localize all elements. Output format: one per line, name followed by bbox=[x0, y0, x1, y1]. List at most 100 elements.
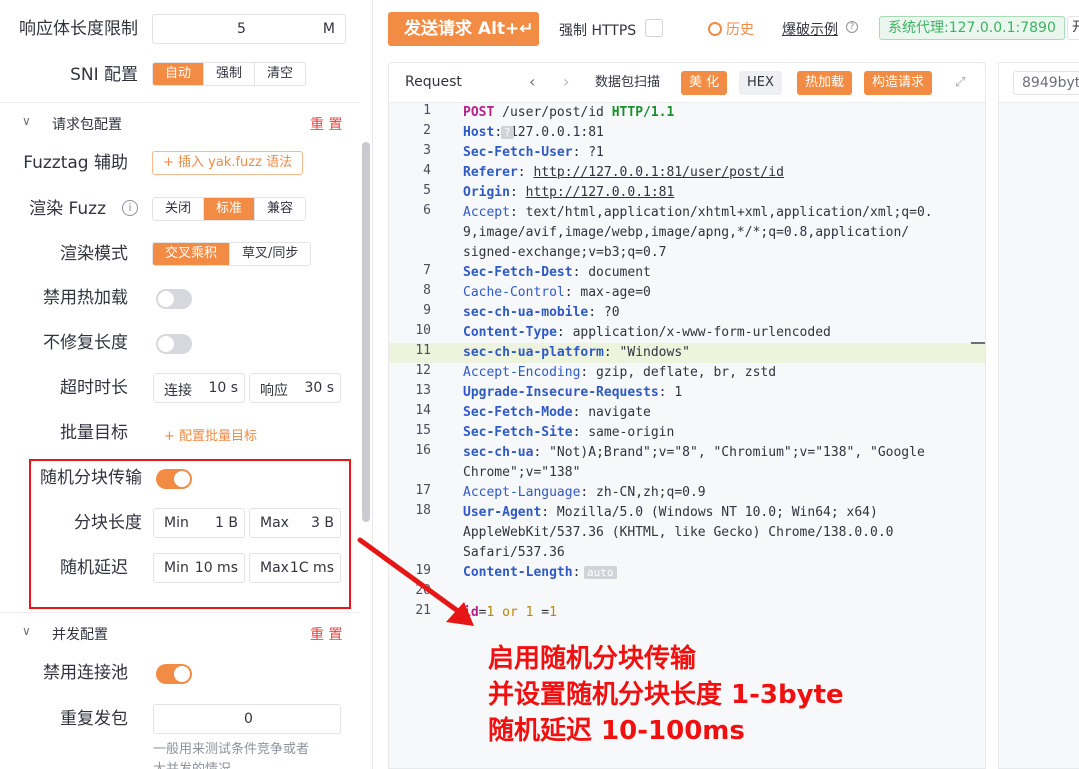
line-number: 7 bbox=[423, 263, 431, 278]
history-label: 历史 bbox=[726, 22, 754, 38]
hex-button[interactable]: HEX bbox=[739, 71, 782, 95]
packet-config-section[interactable]: ∨ 请求包配置 重 置 bbox=[0, 108, 360, 138]
render-fuzz-option-standard[interactable]: 标准 bbox=[204, 198, 256, 220]
annotation-line-1: 启用随机分块传输 bbox=[488, 644, 697, 674]
response-size-tag: 8949byt bbox=[1013, 71, 1079, 95]
chevron-right-icon[interactable]: › bbox=[563, 72, 569, 91]
host-pill: ? bbox=[501, 126, 514, 139]
line-number: 5 bbox=[423, 183, 431, 198]
line-number: 12 bbox=[415, 363, 431, 378]
render-fuzz-option-compat[interactable]: 兼容 bbox=[255, 198, 305, 220]
burst-example-link[interactable]: 爆破示例 bbox=[782, 19, 838, 39]
repeat-label: 重复发包 bbox=[60, 709, 128, 729]
history-button[interactable]: 历史 bbox=[708, 19, 754, 39]
response-timeout-input[interactable]: 响应 30 s bbox=[249, 373, 341, 403]
expand-icon[interactable]: ⤢ bbox=[955, 75, 969, 90]
resp-limit-input[interactable]: 5 M bbox=[152, 14, 346, 44]
code-line: POST /user/post/id HTTP/1.1 bbox=[463, 105, 675, 120]
arrow-shaft bbox=[357, 537, 465, 617]
sni-label: SNI 配置 bbox=[70, 65, 138, 85]
line-number: 10 bbox=[415, 323, 431, 338]
disable-pool-toggle[interactable] bbox=[156, 664, 192, 684]
annotation-text: 启用随机分块传输 并设置随机分块长度 1-3byte 随机延迟 10-100ms bbox=[488, 641, 844, 749]
code-line: 9,image/avif,image/webp,image/apng,*/*;q… bbox=[463, 225, 910, 240]
content-length-auto-pill: auto bbox=[584, 566, 617, 579]
line-number: 18 bbox=[415, 503, 431, 518]
force-https-checkbox[interactable] bbox=[645, 19, 663, 37]
repeat-row: 重复发包 0 bbox=[0, 702, 360, 736]
code-line: sec-ch-ua-mobile: ?0 bbox=[463, 305, 620, 320]
packet-config-reset-button[interactable]: 重 置 bbox=[310, 114, 342, 134]
line-number: 6 bbox=[423, 203, 431, 218]
scroll-marker bbox=[971, 342, 985, 344]
help-icon[interactable]: ? bbox=[846, 21, 858, 33]
disable-hotload-row: 禁用热加载 bbox=[0, 281, 360, 315]
line-number: 8 bbox=[423, 283, 431, 298]
disable-hotload-label: 禁用热加载 bbox=[43, 288, 128, 308]
request-editor-header: Request ‹ › 数据包扫描 美 化 HEX 热加载 构造请求 ⤢ bbox=[389, 63, 985, 103]
line-number: 9 bbox=[423, 303, 431, 318]
response-timeout-key: 响应 bbox=[260, 383, 288, 399]
render-mode-label: 渲染模式 bbox=[60, 244, 128, 264]
config-batch-target-link[interactable]: + 配置批量目标 bbox=[164, 425, 257, 444]
sni-option-auto[interactable]: 自动 bbox=[153, 63, 205, 85]
system-proxy-badge[interactable]: 系统代理:127.0.0.1:7890 bbox=[879, 16, 1065, 40]
code-line: sec-ch-ua: "Not)A;Brand";v="8", "Chromiu… bbox=[463, 445, 925, 460]
line-number: 1 bbox=[423, 103, 431, 118]
highlight-box bbox=[29, 459, 351, 609]
code-line: User-Agent: Mozilla/5.0 (Windows NT 10.0… bbox=[463, 505, 878, 520]
packet-config-title: 请求包配置 bbox=[52, 117, 122, 133]
code-line: Accept: text/html,application/xhtml+xml,… bbox=[463, 205, 933, 220]
no-fix-length-row: 不修复长度 bbox=[0, 326, 360, 360]
render-fuzz-row: 渲染 Fuzz i 关闭 标准 兼容 bbox=[0, 192, 360, 226]
line-number: 11 bbox=[415, 343, 431, 358]
render-mode-option-sync[interactable]: 草叉/同步 bbox=[230, 243, 310, 265]
line-number: 14 bbox=[415, 403, 431, 418]
resp-limit-row: 响应体长度限制 5 M bbox=[0, 12, 360, 46]
sni-option-clear[interactable]: 清空 bbox=[255, 63, 305, 85]
disable-hotload-toggle[interactable] bbox=[156, 289, 192, 309]
render-mode-option-cross[interactable]: 交叉乘积 bbox=[153, 243, 231, 265]
beautify-button[interactable]: 美 化 bbox=[681, 71, 728, 95]
extra-button[interactable]: 开 bbox=[1067, 16, 1079, 40]
chevron-left-icon[interactable]: ‹ bbox=[529, 72, 535, 91]
code-line: Accept-Language: zh-CN,zh;q=0.9 bbox=[463, 485, 706, 500]
code-line: Sec-Fetch-Dest: document bbox=[463, 265, 651, 280]
code-line: Sec-Fetch-Site: same-origin bbox=[463, 425, 675, 440]
hot-load-button[interactable]: 热加载 bbox=[797, 71, 853, 95]
no-fix-length-toggle[interactable] bbox=[156, 334, 192, 354]
fuzztag-label: Fuzztag 辅助 bbox=[23, 153, 128, 173]
code-line: sec-ch-ua-platform: "Windows" bbox=[463, 345, 690, 360]
force-https-label: 强制 HTTPS bbox=[559, 23, 637, 39]
response-panel: 8949byt bbox=[998, 62, 1079, 769]
fuzztag-row: Fuzztag 辅助 + 插入 yak.fuzz 语法 bbox=[0, 146, 360, 180]
sni-option-force[interactable]: 强制 bbox=[204, 63, 256, 85]
resp-limit-unit: M bbox=[322, 21, 335, 37]
concurrency-config-title: 并发配置 bbox=[52, 627, 108, 643]
repeat-hint: 一般用来测试条件竞争或者 bbox=[153, 742, 310, 757]
code-line: Host: 127.0.0.1:81 bbox=[463, 125, 604, 140]
code-line: Sec-Fetch-Mode: navigate bbox=[463, 405, 651, 420]
info-icon[interactable]: i bbox=[122, 200, 138, 216]
connect-timeout-input[interactable]: 连接 10 s bbox=[153, 373, 245, 403]
render-fuzz-label: 渲染 Fuzz bbox=[29, 199, 106, 219]
concurrency-config-reset-button[interactable]: 重 置 bbox=[310, 624, 342, 644]
line-number: 16 bbox=[415, 443, 431, 458]
code-line: Sec-Fetch-User: ?1 bbox=[463, 145, 604, 160]
code-line: Accept-Encoding: gzip, deflate, br, zstd bbox=[463, 365, 777, 380]
render-fuzz-option-off[interactable]: 关闭 bbox=[153, 198, 205, 220]
chevron-down-icon[interactable]: ∨ bbox=[22, 114, 31, 128]
timeout-label: 超时时长 bbox=[60, 378, 128, 398]
line-number: 15 bbox=[415, 423, 431, 438]
repeat-input[interactable]: 0 bbox=[153, 704, 341, 734]
resp-limit-value: 5 bbox=[237, 21, 246, 37]
settings-scrollbar[interactable] bbox=[362, 142, 370, 522]
insert-fuzz-button[interactable]: + 插入 yak.fuzz 语法 bbox=[152, 151, 304, 175]
build-request-button[interactable]: 构造请求 bbox=[864, 71, 933, 95]
response-header: 8949byt bbox=[999, 63, 1079, 103]
chevron-down-icon[interactable]: ∨ bbox=[22, 624, 31, 638]
divider bbox=[0, 612, 360, 613]
send-request-button[interactable]: 发送请求 Alt+↵ bbox=[388, 12, 539, 46]
packet-scan-button[interactable]: 数据包扫描 bbox=[587, 71, 669, 95]
concurrency-config-section[interactable]: ∨ 并发配置 重 置 bbox=[0, 618, 360, 648]
